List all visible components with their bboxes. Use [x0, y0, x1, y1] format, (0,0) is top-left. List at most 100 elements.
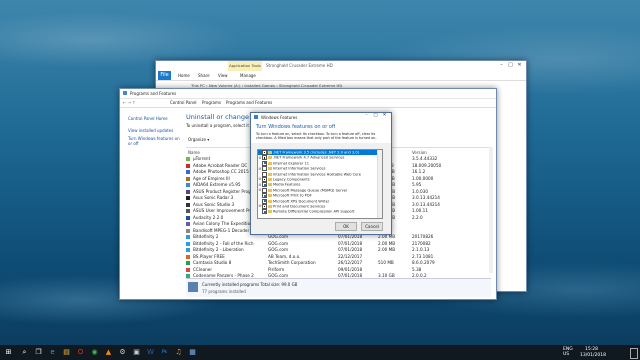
link-control-panel-home[interactable]: Control Panel Home: [128, 116, 168, 121]
program-list-scrollbar[interactable]: [489, 147, 493, 273]
status-count: 77 programs installed: [202, 289, 246, 294]
explorer-window-controls[interactable]: – □ ✕: [497, 62, 524, 68]
col-version[interactable]: Version: [412, 150, 427, 155]
explorer-title: Stronghold Crusader Extreme HD: [266, 63, 333, 68]
clock-time[interactable]: 15:28: [585, 347, 598, 352]
wf-window-controls[interactable]: – □ ✕: [362, 113, 389, 118]
minimize-icon[interactable]: –: [497, 62, 506, 68]
feature-checkbox[interactable]: [262, 155, 267, 161]
chrome-icon[interactable]: ◉: [90, 348, 99, 357]
feature-label: Internet Explorer 11: [273, 161, 310, 166]
folder-icon: [268, 210, 272, 214]
feature-checkbox[interactable]: [262, 193, 267, 199]
tab-home[interactable]: Home: [178, 73, 190, 78]
tab-manage[interactable]: Manage: [240, 73, 256, 78]
maximize-icon[interactable]: □: [506, 62, 515, 68]
feature-checkbox[interactable]: [262, 176, 267, 182]
feature-tree[interactable]: ⊞ .NET Framework 3.5 (includes .NET 2.0 a…: [257, 149, 383, 219]
link-view-installed-updates[interactable]: View installed updates: [128, 128, 173, 133]
feature-label: Microsoft Message Queue (MSMQ) Server: [273, 188, 348, 193]
folder-icon: [268, 161, 272, 165]
feature-tree-scrollbar[interactable]: [377, 150, 382, 218]
search-icon[interactable]: ⌕: [20, 348, 29, 357]
notifications-icon[interactable]: [630, 348, 638, 359]
feature-label: Internet Information Services Hostable W…: [273, 172, 361, 177]
explorer-icon[interactable]: ▤: [62, 348, 71, 357]
settings-icon[interactable]: ⚙: [118, 348, 127, 357]
pf-address-bar[interactable]: ← → ↑ Control Panel Programs Programs an…: [120, 98, 496, 108]
pf-title: Programs and Features: [130, 91, 177, 96]
folder-icon: [268, 194, 272, 198]
feature-checkbox[interactable]: [262, 203, 267, 209]
tab-view[interactable]: View: [218, 73, 228, 78]
feature-label: Legacy Components: [273, 177, 310, 182]
program-icon: [186, 183, 190, 188]
folder-icon: [268, 156, 272, 160]
nav-arrows-icon[interactable]: ← → ↑: [123, 100, 136, 105]
pf-left-pane: Control Panel Home View installed update…: [120, 108, 183, 299]
program-icon: [186, 254, 190, 259]
folder-icon: [268, 177, 272, 181]
clock-date[interactable]: 13/01/2018: [580, 353, 606, 358]
program-icon: [186, 170, 190, 175]
feature-checkbox[interactable]: [262, 171, 267, 177]
feature-checkbox[interactable]: [262, 198, 267, 204]
close-icon[interactable]: ✕: [380, 113, 389, 118]
feature-item[interactable]: Remote Differential Compression API Supp…: [258, 209, 382, 215]
file-tab[interactable]: File: [158, 71, 171, 80]
feature-checkbox[interactable]: [262, 209, 267, 215]
folder-icon: [268, 172, 272, 176]
col-name[interactable]: Name: [188, 150, 200, 155]
control-panel-icon[interactable]: ▦: [188, 348, 197, 357]
feature-label: Print and Document Services: [273, 204, 326, 209]
windows-features-dialog[interactable]: Windows Features – □ ✕ Turn Windows featur…: [250, 112, 392, 235]
opera-icon[interactable]: O: [76, 348, 85, 357]
audacity-icon[interactable]: ♫: [174, 348, 183, 357]
start-button[interactable]: ⊞: [4, 348, 13, 357]
organize-button[interactable]: Organize ▾: [188, 137, 209, 142]
task-view-icon[interactable]: ❐: [34, 348, 43, 357]
program-icon: [186, 222, 190, 227]
cancel-button[interactable]: Cancel: [361, 222, 383, 231]
breadcrumb-programs[interactable]: Programs: [202, 100, 221, 105]
feature-label: .NET Framework 3.5 (includes .NET 2.0 an…: [273, 150, 360, 155]
control-panel-icon: [123, 91, 127, 95]
programs-icon: [188, 282, 198, 292]
program-icon: [186, 196, 190, 201]
close-icon[interactable]: ✕: [515, 62, 524, 68]
feature-label: Media Features: [273, 182, 301, 187]
store-icon[interactable]: ▣: [132, 348, 141, 357]
folder-icon: [268, 167, 272, 171]
feature-label: Microsoft Print to PDF: [273, 193, 312, 198]
feature-label: Internet Information Services: [273, 166, 326, 171]
edge-icon[interactable]: e: [48, 348, 57, 357]
maximize-icon[interactable]: □: [371, 113, 380, 118]
program-icon: [186, 176, 190, 181]
language-indicator[interactable]: ENG US: [563, 347, 573, 357]
feature-checkbox[interactable]: [262, 150, 267, 155]
pf-subheading: To uninstall a program, select it fro: [186, 123, 250, 128]
wf-heading: Turn Windows features on or off: [256, 124, 336, 130]
pf-heading: Uninstall or change a p: [186, 113, 250, 121]
word-icon[interactable]: W: [146, 348, 155, 357]
feature-checkbox[interactable]: [262, 182, 267, 188]
breadcrumb-control-panel[interactable]: Control Panel: [170, 100, 197, 105]
tab-share[interactable]: Share: [198, 73, 210, 78]
vlc-icon[interactable]: ▲: [104, 348, 113, 357]
feature-checkbox[interactable]: [262, 160, 267, 166]
ok-button[interactable]: OK: [335, 222, 357, 231]
link-turn-windows-features[interactable]: Turn Windows features on or off: [128, 136, 180, 146]
breadcrumb-programs-features[interactable]: Programs and Features: [226, 100, 272, 105]
status-bar: Currently installed programs Total size:…: [186, 278, 491, 297]
folder-icon: [268, 183, 272, 187]
program-icon: [186, 261, 190, 266]
wf-titlebar[interactable]: Windows Features – □ ✕: [251, 113, 391, 121]
feature-checkbox[interactable]: [262, 187, 267, 193]
folder-icon: [268, 151, 272, 154]
manage-group-label: Application Tools: [229, 63, 261, 68]
minimize-icon[interactable]: –: [362, 113, 371, 118]
program-icon: [186, 209, 190, 214]
program-icon: [186, 248, 190, 253]
photoshop-icon[interactable]: Ps: [160, 348, 169, 357]
feature-checkbox[interactable]: [262, 166, 267, 172]
